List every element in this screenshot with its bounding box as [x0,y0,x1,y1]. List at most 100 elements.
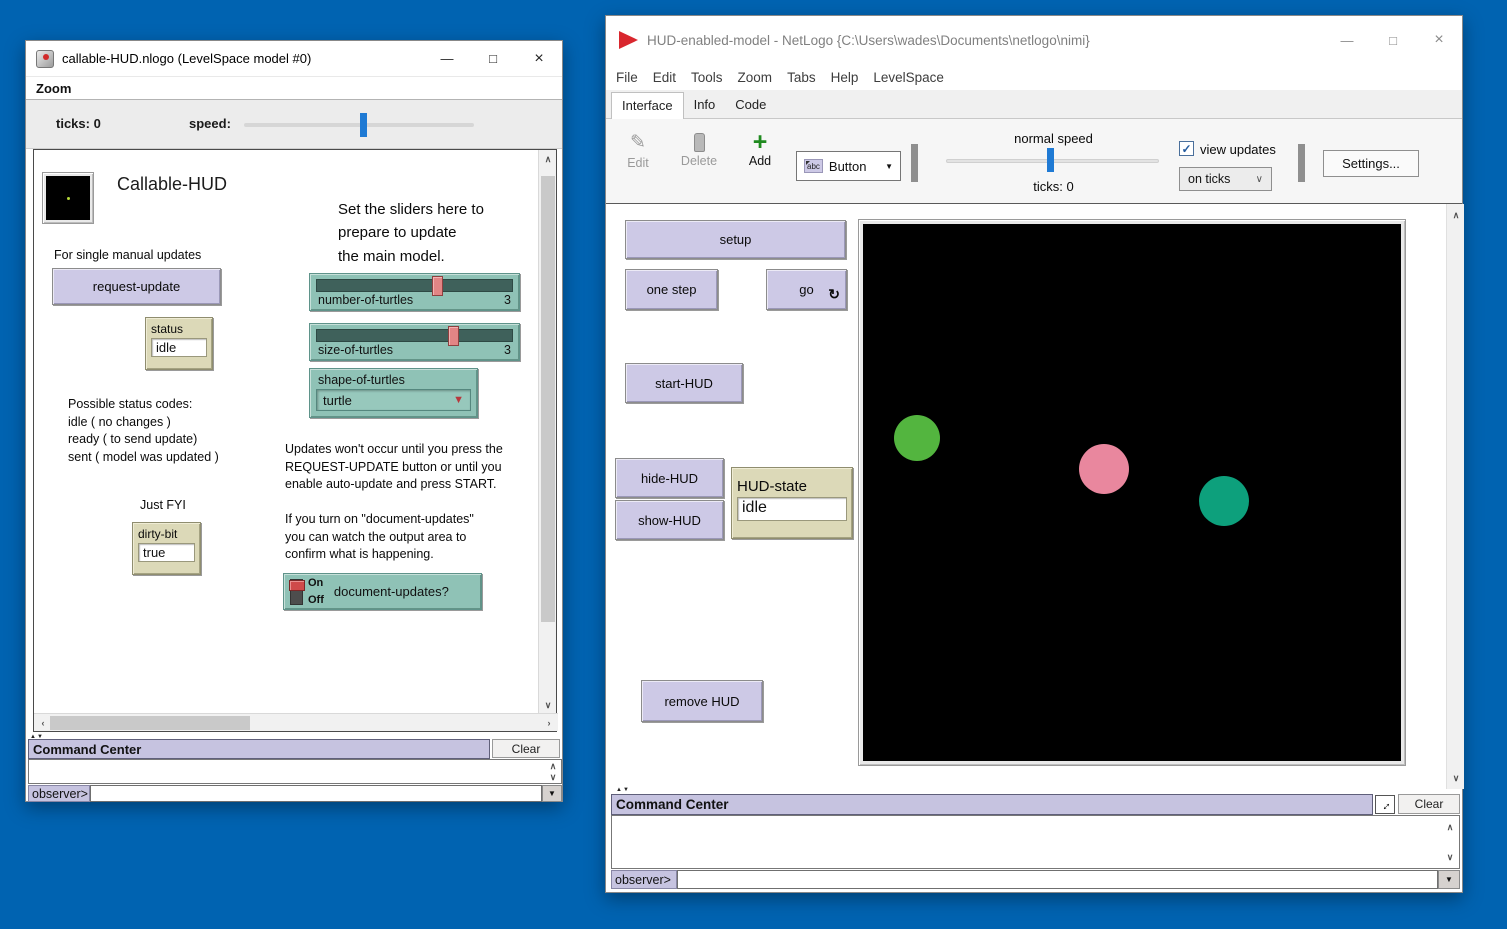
lw-hscroll-thumb[interactable] [50,716,250,730]
start-hud-button[interactable]: start-HUD [625,363,743,403]
minimize-icon[interactable]: — [424,41,470,77]
scroll-down-icon[interactable]: ∨ [547,772,559,782]
settings-button[interactable]: Settings... [1323,150,1419,177]
menu-tools[interactable]: Tools [691,70,723,85]
close-icon[interactable]: × [1416,16,1462,64]
note-set-sliders: Set the sliders here to prepare to updat… [338,198,484,268]
close-icon[interactable]: × [516,41,562,77]
rw-menubar: File Edit Tools Zoom Tabs Help LevelSpac… [606,64,1462,90]
rw-command-input[interactable] [677,870,1438,889]
menu-zoom[interactable]: Zoom [36,81,71,96]
pencil-icon: ✎ [630,131,646,154]
rw-vertical-scrollbar[interactable]: ∧ ∨ [1446,204,1464,789]
lw-vertical-scrollbar[interactable]: ∧ ∨ [538,150,556,714]
lw-history-dropdown-icon[interactable]: ▼ [542,785,562,802]
one-step-button[interactable]: one step [625,269,718,310]
minimize-icon[interactable]: — [1324,16,1370,64]
tab-info[interactable]: Info [684,92,726,118]
number-of-turtles-track[interactable] [316,279,513,292]
number-of-turtles-slider[interactable]: number-of-turtles 3 [309,273,520,311]
menu-levelspace[interactable]: LevelSpace [873,70,944,85]
size-of-turtles-track[interactable] [316,329,513,342]
plus-icon: + [753,132,768,152]
switch-toggle[interactable] [290,579,303,605]
tab-interface[interactable]: Interface [611,92,684,119]
widget-type-dropdown[interactable]: abc Button ▼ [796,151,901,181]
expand-command-center-icon[interactable]: ↔ [1375,795,1395,814]
menu-zoom[interactable]: Zoom [738,70,773,85]
turtle-teal [1199,476,1249,526]
lw-titlebar[interactable]: callable-HUD.nlogo (LevelSpace model #0)… [26,41,562,77]
delete-tool[interactable]: Delete [677,133,721,168]
scroll-down-icon[interactable]: ∨ [1447,771,1465,785]
switch-knob[interactable] [289,580,305,591]
view-updates-checkbox[interactable]: ✓ [1179,141,1194,156]
rw-titlebar[interactable]: HUD-enabled-model - NetLogo {C:\Users\wa… [606,16,1462,64]
view-updates-label: view updates [1200,142,1276,157]
menu-edit[interactable]: Edit [653,70,676,85]
dirty-bit-label: dirty-bit [138,527,195,541]
scroll-up-icon[interactable]: ∧ [539,152,557,166]
number-of-turtles-value: 3 [504,293,511,307]
menu-help[interactable]: Help [831,70,859,85]
scroll-up-icon[interactable]: ∧ [1444,822,1456,832]
lw-speed-slider-track[interactable] [244,123,474,127]
hide-hud-button[interactable]: hide-HUD [615,458,724,498]
model-title: Callable-HUD [117,174,227,195]
shape-of-turtles-label: shape-of-turtles [318,373,405,387]
go-button[interactable]: go ↻ [766,269,847,310]
add-tool[interactable]: + Add [740,132,780,168]
turtle-green [894,415,940,461]
lw-horizontal-scrollbar[interactable]: ‹ › [34,713,558,731]
hud-state-label: HUD-state [737,478,847,495]
rw-clear-button[interactable]: Clear [1398,794,1460,814]
rw-command-output[interactable]: ∧ ∨ [611,815,1460,869]
rw-speed-slider-handle[interactable] [1047,148,1054,172]
lw-command-output[interactable]: ∧ ∨ [28,759,562,784]
hud-state-value: idle [737,497,847,521]
status-monitor-label: status [151,322,207,336]
lw-command-center-header[interactable]: Command Center [28,739,490,759]
lw-command-input[interactable] [90,785,542,802]
edit-tool[interactable]: ✎ Edit [618,131,658,170]
setup-button[interactable]: setup [625,220,846,259]
request-update-button[interactable]: request-update [52,268,221,305]
show-hud-button[interactable]: show-HUD [615,500,724,540]
rw-splitter-handle[interactable]: ▲▼ [616,787,630,793]
document-updates-switch[interactable]: On Off document-updates? [283,573,482,610]
rw-command-center-header[interactable]: Command Center [611,794,1373,815]
netlogo-logo-icon [619,31,638,49]
netlogo-model-icon [36,50,54,68]
update-mode-value: on ticks [1188,172,1230,186]
lw-speed-slider-handle[interactable] [360,113,367,137]
note-manual-updates: For single manual updates [54,247,201,265]
forever-icon: ↻ [828,286,840,303]
lw-vscroll-thumb[interactable] [541,176,555,622]
scroll-up-icon[interactable]: ∧ [1447,208,1465,222]
lw-clear-button[interactable]: Clear [492,739,560,758]
chooser-dropdown-icon[interactable]: ▼ [453,394,464,406]
rw-history-dropdown-icon[interactable]: ▼ [1438,870,1460,889]
menu-file[interactable]: File [616,70,638,85]
scroll-left-icon[interactable]: ‹ [36,714,50,732]
tab-code[interactable]: Code [725,92,776,118]
update-mode-dropdown[interactable]: on ticks ∨ [1179,167,1272,191]
shape-of-turtles-value-box[interactable]: turtle ▼ [316,389,471,411]
maximize-icon[interactable]: □ [470,41,516,77]
size-of-turtles-label: size-of-turtles [318,343,393,357]
scroll-right-icon[interactable]: › [542,714,556,732]
status-monitor: status idle [145,317,213,370]
size-of-turtles-slider[interactable]: size-of-turtles 3 [309,323,520,361]
scroll-down-icon[interactable]: ∨ [1444,852,1456,862]
remove-hud-button[interactable]: remove HUD [641,680,763,722]
menu-tabs[interactable]: Tabs [787,70,816,85]
lw-speed-label: speed: [189,116,231,131]
scroll-down-icon[interactable]: ∨ [539,698,557,712]
scroll-up-icon[interactable]: ∧ [547,761,559,771]
number-of-turtles-handle[interactable] [432,276,443,296]
size-of-turtles-handle[interactable] [448,326,459,346]
add-tool-label: Add [749,154,771,168]
shape-of-turtles-chooser[interactable]: shape-of-turtles turtle ▼ [309,368,478,418]
lw-ticks-counter: ticks: 0 [56,116,101,131]
maximize-icon[interactable]: □ [1370,16,1416,64]
